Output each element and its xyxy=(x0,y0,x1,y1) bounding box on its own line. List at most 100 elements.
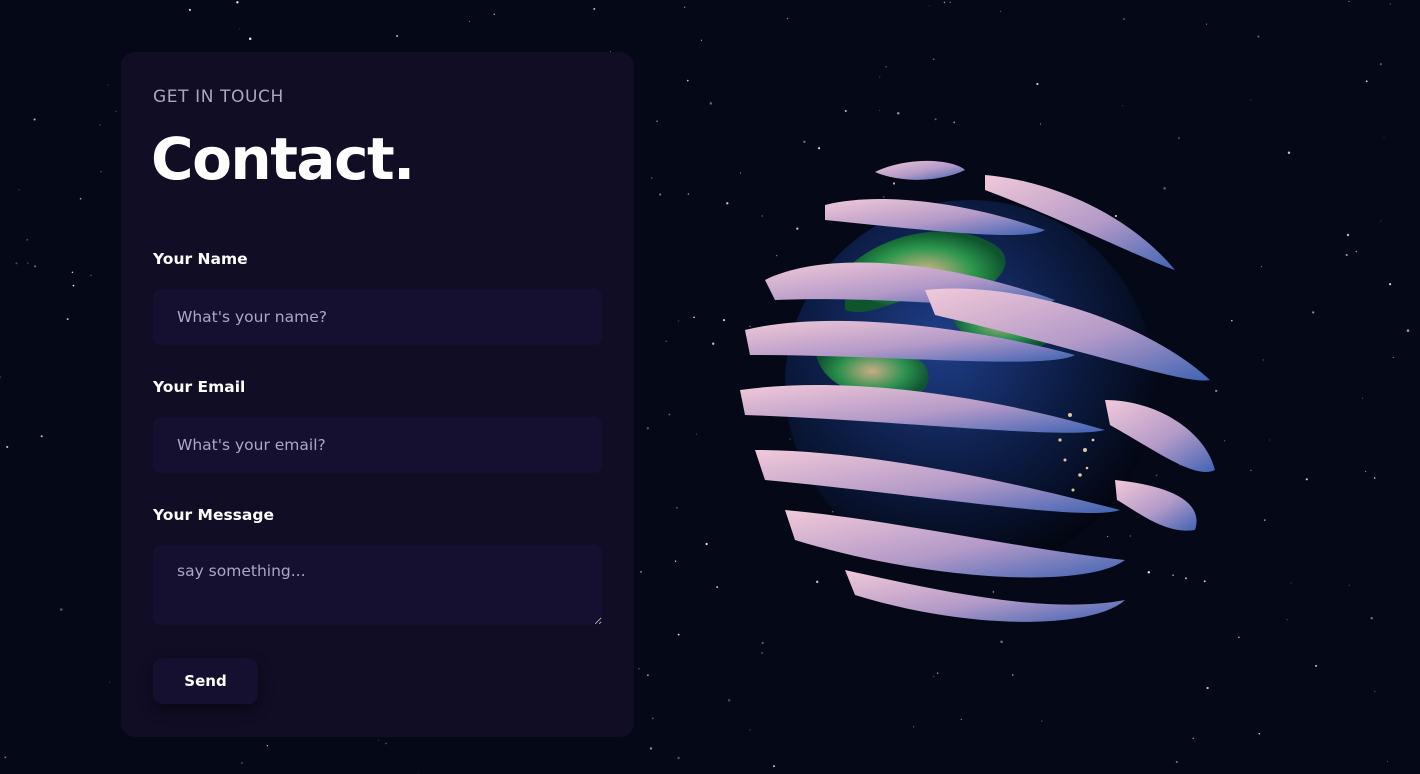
star xyxy=(686,79,689,82)
star xyxy=(638,667,640,670)
star xyxy=(1373,477,1376,479)
star xyxy=(933,675,935,678)
star xyxy=(1238,636,1240,639)
message-textarea[interactable] xyxy=(153,545,602,625)
star xyxy=(934,118,937,121)
star xyxy=(1345,253,1348,257)
star xyxy=(385,742,387,745)
star xyxy=(677,756,680,760)
email-input[interactable] xyxy=(153,417,602,473)
star xyxy=(693,316,695,319)
star xyxy=(677,633,680,636)
earth-planet-icon[interactable] xyxy=(725,150,1225,640)
star xyxy=(34,265,37,268)
star xyxy=(248,37,252,41)
star xyxy=(1348,584,1350,586)
star xyxy=(773,765,775,768)
star xyxy=(1362,397,1363,399)
star xyxy=(79,197,82,200)
star xyxy=(1355,250,1358,253)
star xyxy=(695,433,697,435)
star xyxy=(649,747,653,750)
star xyxy=(1260,265,1263,268)
star xyxy=(640,571,642,573)
star xyxy=(1312,311,1315,314)
star xyxy=(1287,151,1291,154)
star xyxy=(72,284,75,287)
star xyxy=(468,20,470,22)
star xyxy=(676,506,678,509)
star xyxy=(1315,664,1318,667)
star xyxy=(943,1,946,4)
star xyxy=(818,147,821,150)
star xyxy=(1175,760,1178,764)
star xyxy=(705,542,708,546)
star xyxy=(1264,519,1266,521)
star xyxy=(6,445,9,449)
star xyxy=(27,262,29,264)
star xyxy=(1206,23,1207,25)
star xyxy=(593,7,596,10)
star xyxy=(0,376,2,378)
star xyxy=(396,34,399,38)
star xyxy=(687,193,690,195)
star xyxy=(266,745,269,747)
star xyxy=(727,699,731,702)
star xyxy=(15,262,18,265)
star xyxy=(1389,3,1391,5)
star xyxy=(239,28,240,30)
star xyxy=(60,608,63,611)
star xyxy=(716,586,719,589)
star xyxy=(1379,63,1383,66)
page-title: Contact. xyxy=(151,125,415,193)
star xyxy=(493,13,495,15)
star xyxy=(1262,359,1264,361)
star xyxy=(1250,469,1252,471)
star xyxy=(953,121,956,124)
star xyxy=(700,39,703,41)
star xyxy=(1258,732,1261,735)
star xyxy=(665,340,668,342)
star xyxy=(879,109,881,111)
star xyxy=(1383,137,1385,139)
star xyxy=(803,140,806,143)
star xyxy=(651,177,653,179)
star xyxy=(932,58,935,61)
star xyxy=(1365,80,1368,83)
star xyxy=(241,762,243,764)
star xyxy=(1389,283,1392,286)
star xyxy=(651,717,654,720)
star xyxy=(1178,137,1180,139)
star xyxy=(761,652,763,654)
star xyxy=(712,342,715,345)
send-button[interactable]: Send xyxy=(153,658,258,704)
section-subtitle: GET IN TOUCH xyxy=(153,87,284,107)
star xyxy=(668,413,671,416)
star xyxy=(188,8,191,11)
star xyxy=(1364,470,1367,473)
star xyxy=(1250,99,1252,101)
name-input[interactable] xyxy=(153,289,602,345)
star xyxy=(100,171,102,173)
star xyxy=(1012,674,1014,676)
email-field-label: Your Email xyxy=(153,378,246,396)
star xyxy=(90,274,92,276)
star xyxy=(646,674,649,677)
star xyxy=(885,66,887,68)
star xyxy=(378,739,380,741)
star xyxy=(684,6,686,8)
star xyxy=(107,84,109,86)
star xyxy=(960,718,962,720)
star xyxy=(236,1,239,4)
star xyxy=(109,681,111,683)
star xyxy=(417,772,419,774)
star xyxy=(656,120,658,123)
message-field-label: Your Message xyxy=(153,506,274,524)
star xyxy=(674,560,677,562)
star xyxy=(897,112,900,115)
star xyxy=(1036,82,1039,86)
star xyxy=(949,1,951,3)
star xyxy=(40,435,43,438)
star xyxy=(99,124,101,126)
contact-section: GET IN TOUCH Contact. Your Name Your Ema… xyxy=(0,0,1420,774)
